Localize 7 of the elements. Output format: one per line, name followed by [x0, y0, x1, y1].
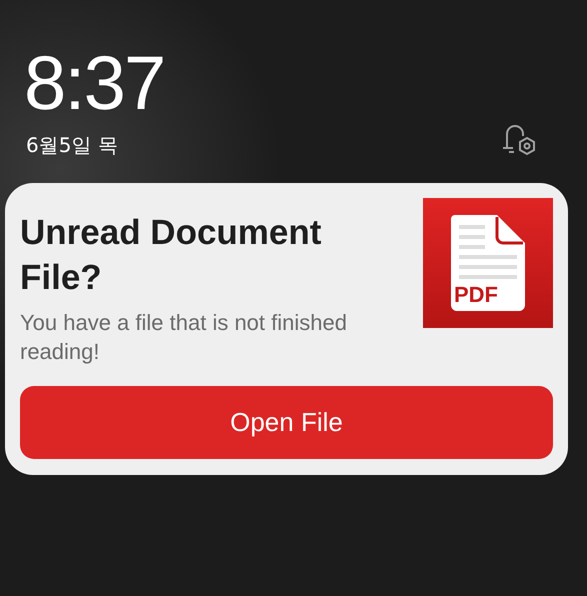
- date-text: 6월5일 목: [26, 132, 119, 158]
- clock-time: 8:37: [24, 44, 164, 124]
- open-file-button[interactable]: Open File: [20, 386, 553, 459]
- notification-message: You have a file that is not finished reading!: [20, 309, 348, 366]
- notification-title: Unread Document File?: [20, 212, 322, 299]
- document-icon: [451, 215, 525, 311]
- pdf-label: PDF: [454, 283, 498, 307]
